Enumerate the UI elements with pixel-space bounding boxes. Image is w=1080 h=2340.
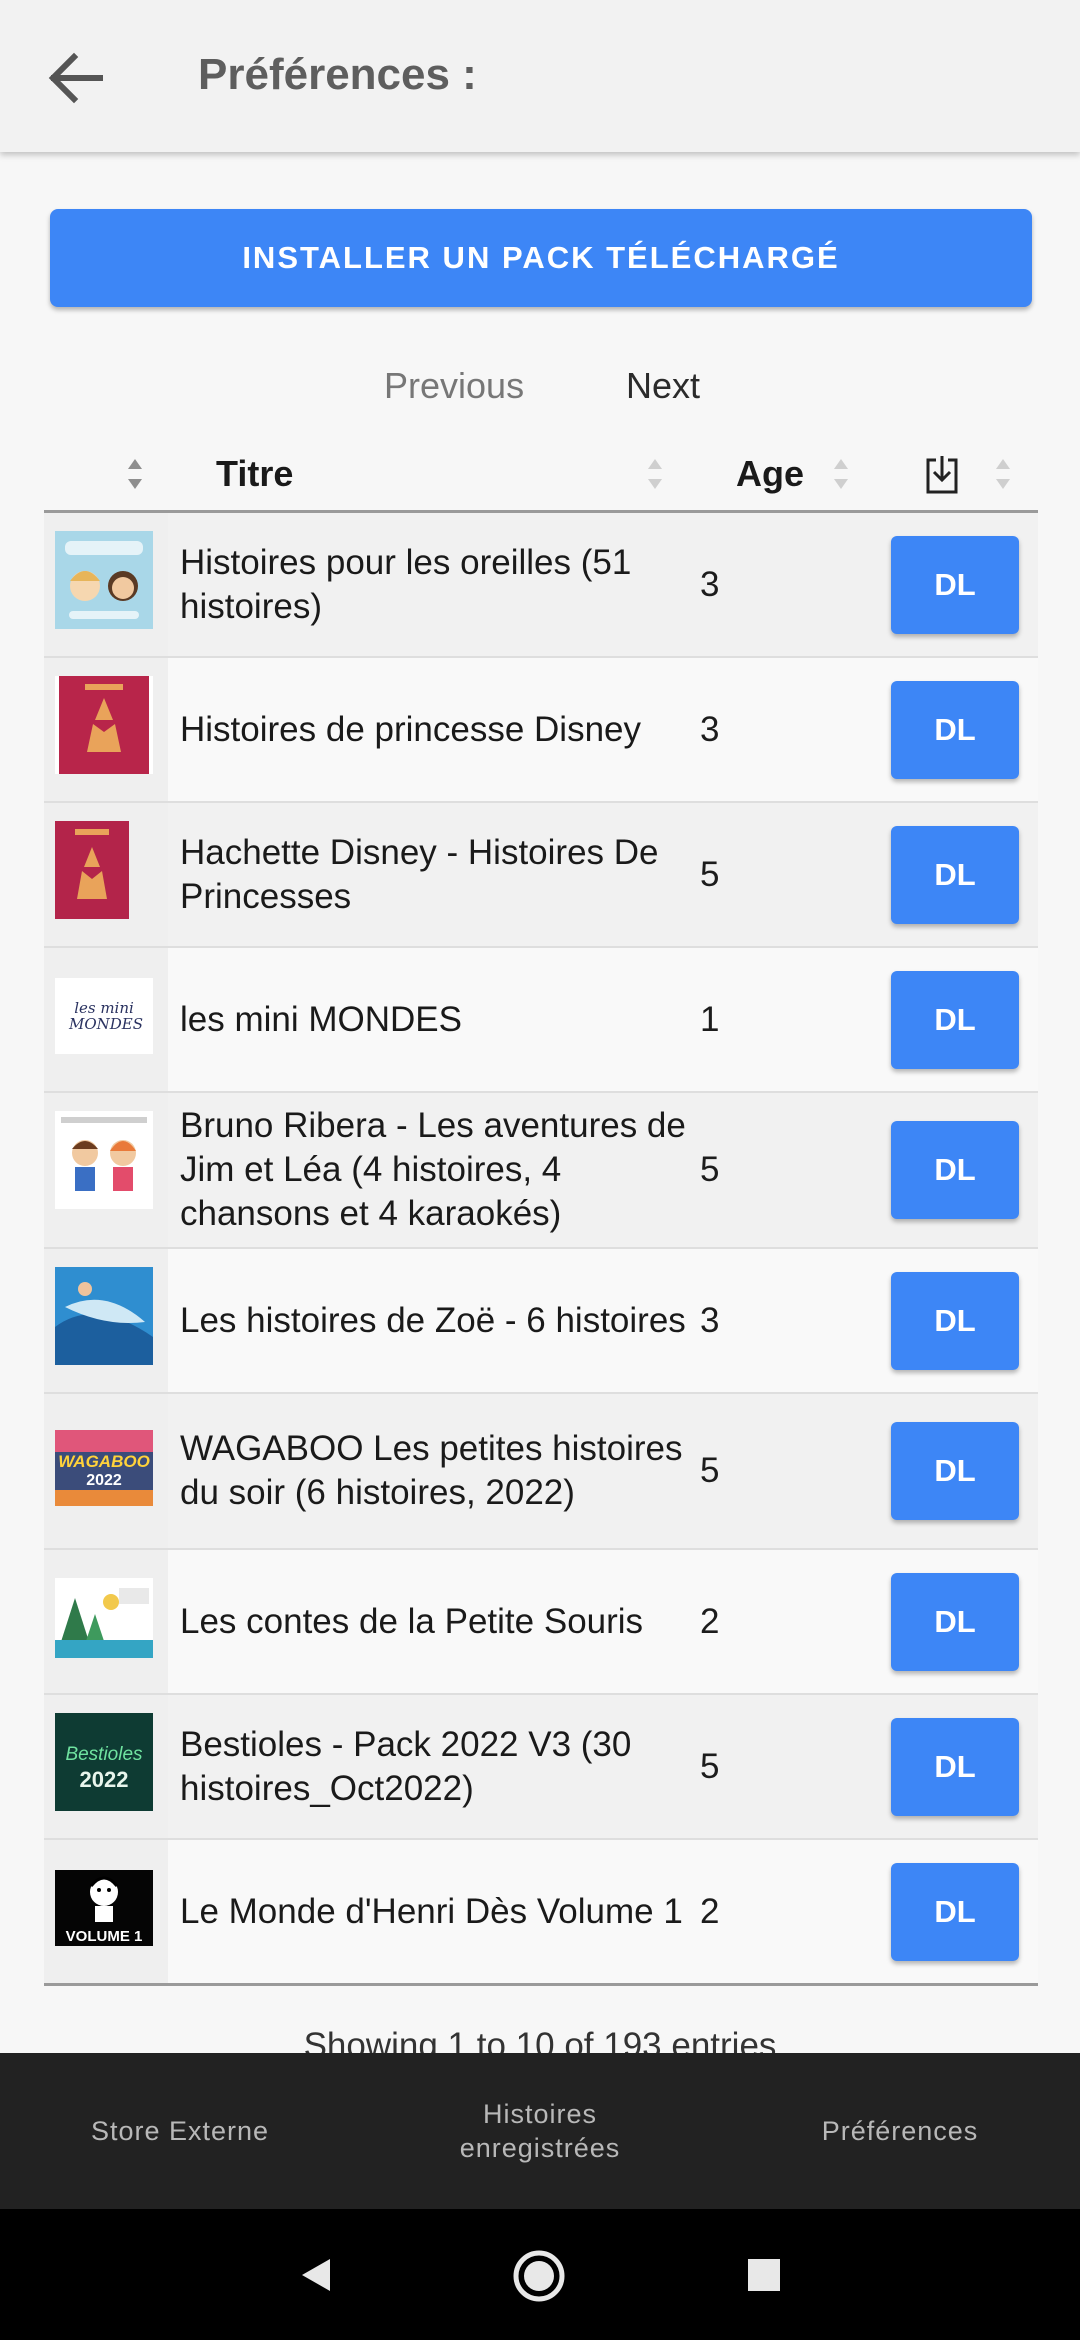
row-age: 2 xyxy=(700,1601,720,1641)
table-row: Bruno Ribera - Les aventures de Jim et L… xyxy=(44,1093,1038,1249)
system-home-button[interactable] xyxy=(512,2249,566,2303)
row-age: 3 xyxy=(700,709,720,749)
download-button[interactable]: DL xyxy=(891,1717,1019,1816)
thumbnail-cell xyxy=(44,658,168,801)
app-bar: Préférences : xyxy=(0,0,1080,152)
download-button[interactable]: DL xyxy=(891,970,1019,1069)
row-title: Bestioles - Pack 2022 V3 (30 histoires_O… xyxy=(180,1724,632,1808)
pack-cover-image xyxy=(55,1578,153,1658)
pack-cover-image xyxy=(55,676,153,774)
row-title: Les contes de la Petite Souris xyxy=(180,1601,644,1641)
packs-table: Titre Age Histoires pour les oreilles (5… xyxy=(44,438,1038,1986)
page-title: Préférences : xyxy=(198,50,477,99)
pack-cover-image: VOLUME 1 xyxy=(55,1870,153,1946)
thumbnail-cell xyxy=(44,1550,168,1693)
sort-age-column[interactable] xyxy=(834,455,850,495)
pack-cover-image xyxy=(55,1267,153,1365)
download-button[interactable]: DL xyxy=(891,1862,1019,1961)
pack-cover-image: Bestioles 2022 xyxy=(55,1713,153,1811)
thumbnail-cell: WAGABOO 2022 xyxy=(44,1394,168,1548)
column-header-download[interactable] xyxy=(924,448,960,498)
row-title: Histoires de princesse Disney xyxy=(180,709,642,749)
tab-store-label: Store Externe xyxy=(90,2116,270,2146)
thumbnail-cell xyxy=(44,1249,168,1392)
bottom-navigation: Store Externe Histoires enregistrées Pré… xyxy=(0,2053,1080,2209)
tab-saved-label-line2: enregistrées xyxy=(459,2133,621,2163)
download-button[interactable]: DL xyxy=(891,535,1019,634)
system-navigation-bar xyxy=(0,2209,1080,2340)
sort-thumbnail-column[interactable] xyxy=(128,455,144,495)
sort-download-column[interactable] xyxy=(996,455,1012,495)
row-age: 3 xyxy=(700,564,720,604)
download-button[interactable]: DL xyxy=(891,1422,1019,1520)
next-page-button[interactable]: Next xyxy=(626,360,700,412)
arrow-back-icon xyxy=(48,52,103,104)
table-row: VOLUME 1 Le Monde d'Henri Dès Volume 1 2… xyxy=(44,1840,1038,1986)
bestioles-logo-text: Bestioles xyxy=(65,1744,143,1765)
download-button[interactable]: DL xyxy=(891,680,1019,779)
download-icon xyxy=(926,456,958,494)
tab-store-externe[interactable]: Store Externe xyxy=(20,2053,340,2209)
table-row: les mini MONDES les mini MONDES 1 DL xyxy=(44,948,1038,1093)
previous-page-button[interactable]: Previous xyxy=(384,360,524,412)
thumbnail-cell: les mini MONDES xyxy=(44,948,168,1091)
column-header-age[interactable]: Age xyxy=(736,438,804,510)
row-title: Bruno Ribera - Les aventures de Jim et L… xyxy=(180,1106,686,1233)
table-header: Titre Age xyxy=(44,438,1038,513)
thumbnail-cell xyxy=(44,1093,168,1247)
thumbnail-cell xyxy=(44,513,168,656)
back-button[interactable] xyxy=(40,42,112,114)
row-title: Le Monde d'Henri Dès Volume 1 xyxy=(180,1891,683,1931)
row-title: Histoires pour les oreilles (51 histoire… xyxy=(180,542,632,626)
pack-cover-image xyxy=(55,531,153,629)
system-recents-button[interactable] xyxy=(746,2257,782,2293)
tab-saved-label-line1: Histoires xyxy=(482,2099,598,2129)
column-header-title[interactable]: Titre xyxy=(216,438,293,510)
table-row: WAGABOO 2022 WAGABOO Les petites histoir… xyxy=(44,1394,1038,1550)
pack-cover-image: WAGABOO 2022 xyxy=(55,1430,153,1506)
system-back-button[interactable] xyxy=(296,2255,336,2295)
circle-home-icon xyxy=(513,2250,565,2302)
download-button[interactable]: DL xyxy=(891,1121,1019,1219)
row-age: 1 xyxy=(700,999,720,1039)
tab-preferences[interactable]: Préférences xyxy=(740,2053,1060,2209)
table-row: Les contes de la Petite Souris 2 DL xyxy=(44,1550,1038,1695)
download-button[interactable]: DL xyxy=(891,1572,1019,1671)
bestioles-year-text: 2022 xyxy=(79,1767,129,1792)
thumbnail-cell xyxy=(44,803,168,946)
row-title: Hachette Disney - Histoires De Princesse… xyxy=(180,832,659,916)
pack-cover-image: les mini MONDES xyxy=(55,978,153,1054)
mini-mondes-logo-text: les mini MONDES xyxy=(69,999,144,1033)
row-age: 5 xyxy=(700,1150,720,1189)
triangle-back-icon xyxy=(302,2259,330,2291)
tab-prefs-label: Préférences xyxy=(821,2116,979,2146)
row-age: 3 xyxy=(700,1300,720,1340)
thumbnail-cell: VOLUME 1 xyxy=(44,1840,168,1983)
tab-histoires-enregistrees[interactable]: Histoires enregistrées xyxy=(380,2053,700,2209)
table-row: Bestioles 2022 Bestioles - Pack 2022 V3 … xyxy=(44,1695,1038,1840)
square-recents-icon xyxy=(748,2259,780,2291)
row-title: Les histoires de Zoë - 6 histoires xyxy=(180,1300,686,1340)
sort-title-column[interactable] xyxy=(648,455,664,495)
pack-cover-image xyxy=(55,821,153,919)
table-row: Histoires pour les oreilles (51 histoire… xyxy=(44,513,1038,658)
row-age: 2 xyxy=(700,1891,720,1931)
wagaboo-year-text: 2022 xyxy=(86,1472,122,1489)
row-title: WAGABOO Les petites histoires du soir (6… xyxy=(180,1429,683,1512)
row-title: les mini MONDES xyxy=(180,999,462,1039)
download-button[interactable]: DL xyxy=(891,1271,1019,1370)
install-pack-button[interactable]: INSTALLER UN PACK TÉLÉCHARGÉ xyxy=(50,209,1032,307)
wagaboo-logo-text: WAGABOO xyxy=(58,1452,150,1471)
row-age: 5 xyxy=(700,1746,720,1786)
table-row: Les histoires de Zoë - 6 histoires 3 DL xyxy=(44,1249,1038,1394)
pack-cover-image xyxy=(55,1111,153,1209)
row-age: 5 xyxy=(700,1451,720,1490)
row-age: 5 xyxy=(700,854,720,894)
thumbnail-cell: Bestioles 2022 xyxy=(44,1695,168,1838)
henri-volume-text: VOLUME 1 xyxy=(55,1927,153,1946)
table-row: Histoires de princesse Disney 3 DL xyxy=(44,658,1038,803)
table-row: Hachette Disney - Histoires De Princesse… xyxy=(44,803,1038,948)
download-button[interactable]: DL xyxy=(891,825,1019,924)
